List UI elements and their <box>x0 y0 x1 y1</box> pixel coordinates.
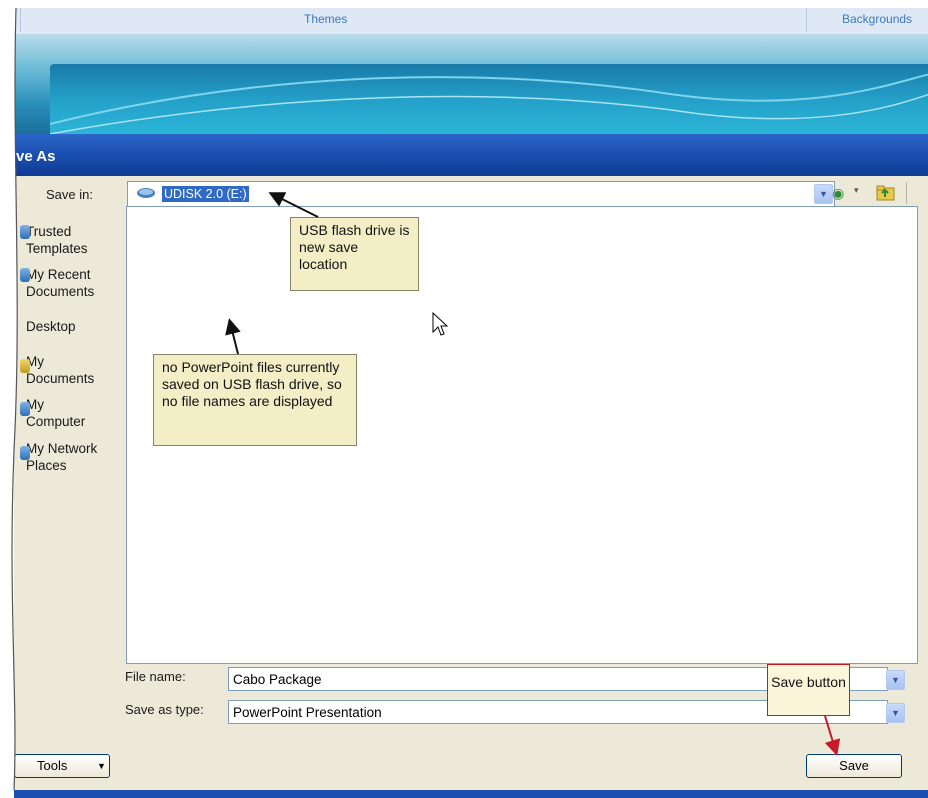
torn-paper-frame <box>0 0 928 798</box>
dialog-bottom-edge <box>14 790 928 798</box>
